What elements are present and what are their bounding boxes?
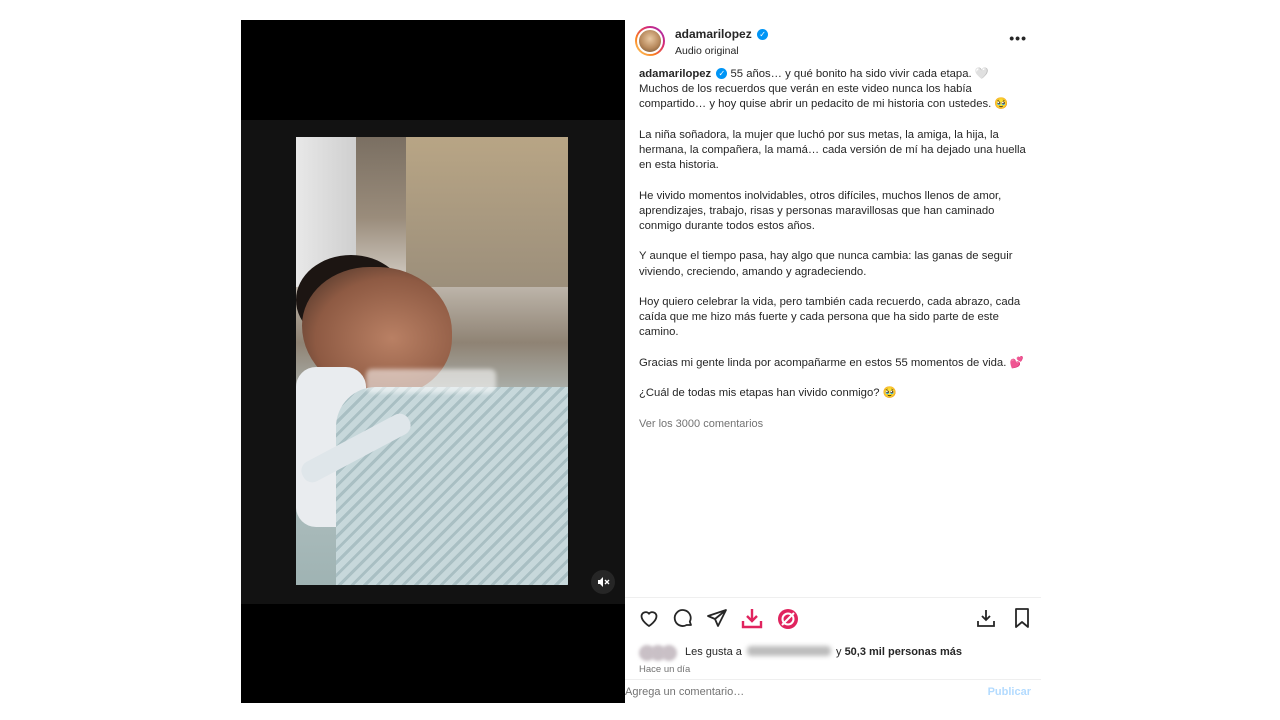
divider bbox=[625, 679, 1041, 680]
post-header: adamarilopez ✓ Audio original ••• bbox=[625, 20, 1041, 64]
blurred-overlay-text bbox=[366, 369, 496, 393]
username-text[interactable]: adamarilopez bbox=[675, 27, 752, 41]
blurred-username[interactable] bbox=[746, 646, 831, 656]
divider bbox=[625, 597, 1041, 598]
likes-count[interactable]: 50,3 mil personas más bbox=[845, 646, 962, 658]
caption-username[interactable]: adamarilopez bbox=[639, 68, 711, 80]
caption-paragraph-7: ¿Cuál de todas mis etapas han vivido con… bbox=[639, 387, 897, 400]
caption-paragraph-4: Y aunque el tiempo pasa, hay algo que nu… bbox=[639, 250, 1013, 278]
verified-badge-icon: ✓ bbox=[716, 68, 728, 79]
liker-avatars[interactable] bbox=[639, 644, 679, 662]
avatar[interactable] bbox=[635, 26, 665, 56]
comment-input[interactable]: Agrega un comentario… bbox=[625, 686, 744, 698]
verified-badge-icon: ✓ bbox=[757, 29, 769, 40]
view-comments-link[interactable]: Ver los 3000 comentarios bbox=[639, 418, 763, 430]
header-username[interactable]: adamarilopez ✓ bbox=[675, 27, 769, 41]
download-icon[interactable] bbox=[974, 606, 1000, 632]
caption: adamarilopez ✓ 55 años… y qué bonito ha … bbox=[639, 67, 1031, 417]
red-download-icon[interactable] bbox=[739, 606, 765, 632]
caption-paragraph-5: Hoy quiero celebrar la vida, pero tambié… bbox=[639, 295, 1021, 339]
action-bar bbox=[625, 606, 1041, 634]
caption-paragraph-3: He vivido momentos inolvidables, otros d… bbox=[639, 189, 1002, 232]
likes-prefix: Les gusta a bbox=[685, 646, 742, 658]
post-timestamp[interactable]: Hace un día bbox=[639, 664, 690, 675]
heart-icon[interactable] bbox=[637, 606, 663, 632]
video-player[interactable] bbox=[296, 137, 568, 585]
comment-icon[interactable] bbox=[671, 606, 697, 632]
speaker-muted-icon[interactable] bbox=[591, 570, 615, 594]
bookmark-icon[interactable] bbox=[1010, 606, 1036, 632]
media-panel[interactable] bbox=[241, 20, 625, 703]
post-side-panel: adamarilopez ✓ Audio original ••• adamar… bbox=[625, 20, 1041, 703]
audio-label[interactable]: Audio original bbox=[675, 45, 739, 57]
caption-paragraph-6: Gracias mi gente linda por acompañarme e… bbox=[639, 356, 1024, 369]
publish-button[interactable]: Publicar bbox=[988, 686, 1031, 698]
caption-paragraph-2: La niña soñadora, la mujer que luchó por… bbox=[639, 128, 1026, 172]
likes-connector: y bbox=[836, 646, 842, 658]
caption-paragraph-1: adamarilopez ✓ 55 años… y qué bonito ha … bbox=[639, 67, 1031, 113]
more-options-button[interactable]: ••• bbox=[1009, 30, 1027, 46]
post-container: adamarilopez ✓ Audio original ••• adamar… bbox=[241, 20, 1041, 703]
red-block-icon[interactable] bbox=[775, 606, 801, 632]
send-icon[interactable] bbox=[705, 606, 731, 632]
